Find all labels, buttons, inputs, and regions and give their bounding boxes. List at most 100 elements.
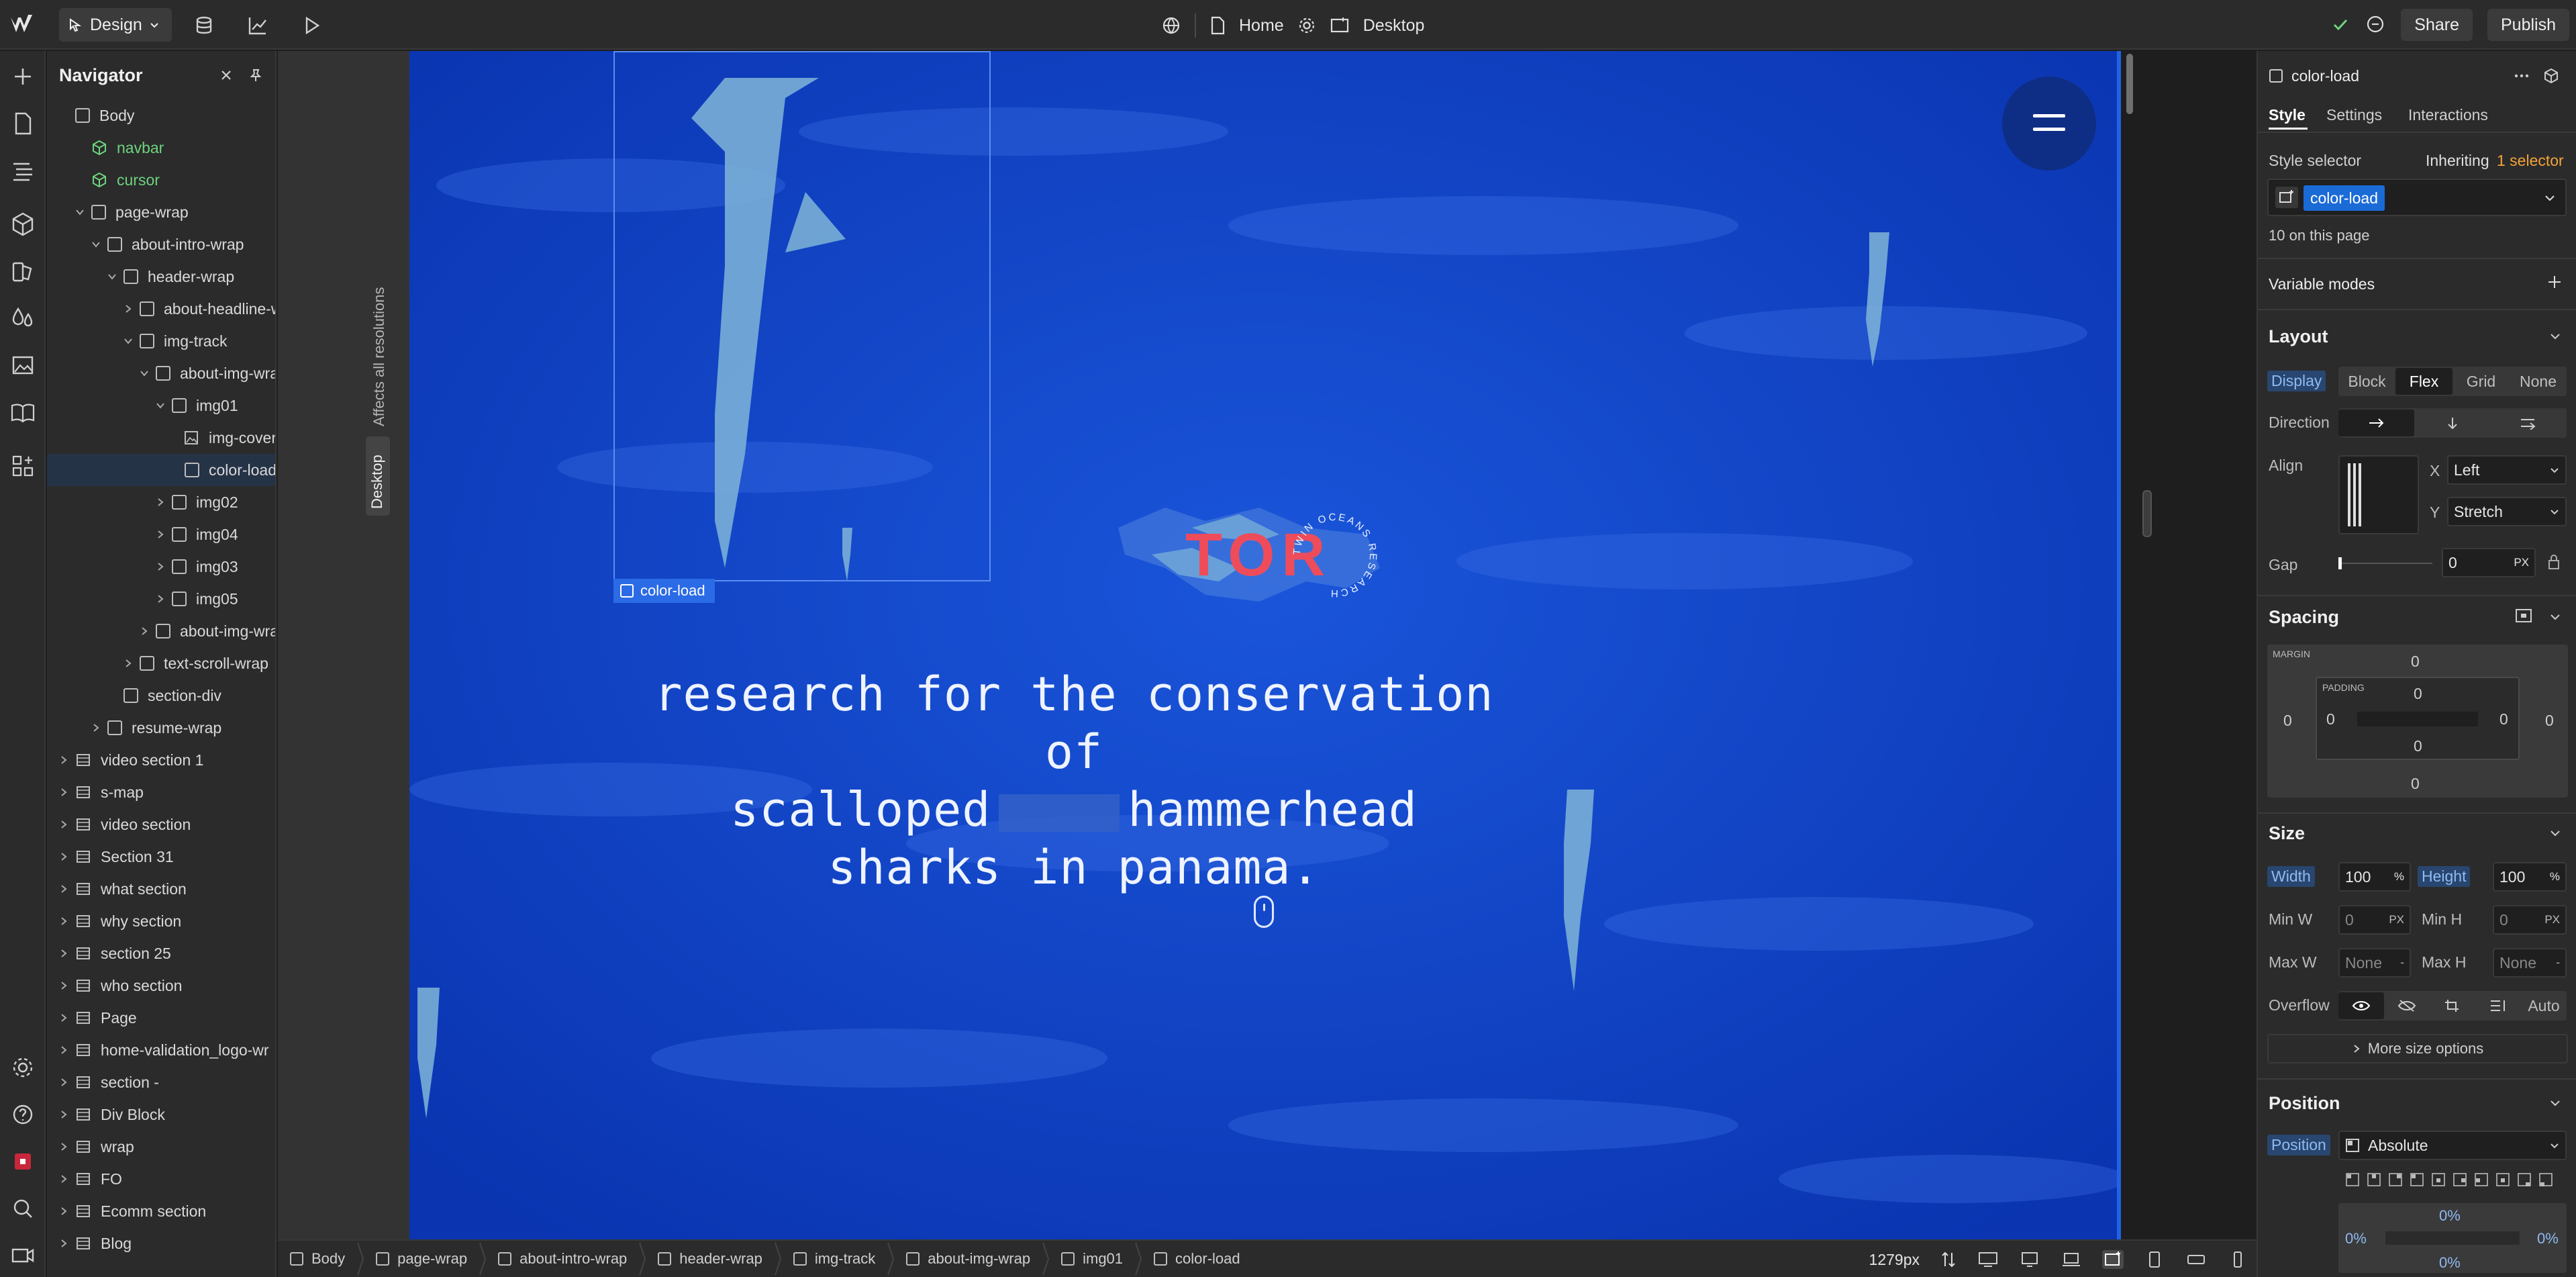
navigator-item[interactable]: page-wrap <box>47 196 275 228</box>
pages-icon[interactable] <box>9 110 36 137</box>
height-unit[interactable]: % <box>2550 870 2560 884</box>
position-offsets[interactable]: 0% 0% 0% 0% <box>2338 1203 2567 1273</box>
chevron-right-icon[interactable] <box>58 1012 70 1024</box>
chevron-down-icon[interactable] <box>2549 330 2561 342</box>
position-preset-icon[interactable] <box>2367 1172 2381 1190</box>
share-button[interactable]: Share <box>2401 9 2473 41</box>
margin-bottom[interactable]: 0 <box>2411 775 2420 793</box>
selector-chip[interactable]: color-load <box>2303 185 2385 211</box>
padding-left[interactable]: 0 <box>2326 710 2335 728</box>
navigator-item[interactable]: home-validation_logo-wr <box>47 1034 275 1066</box>
bp-large-icon[interactable] <box>2019 1250 2040 1269</box>
width-input[interactable]: 100% <box>2338 862 2411 892</box>
chevron-right-icon[interactable] <box>58 786 70 798</box>
align-y-select[interactable]: Stretch <box>2447 497 2567 526</box>
components-icon[interactable] <box>9 211 36 238</box>
chevron-right-icon[interactable] <box>58 818 70 831</box>
navigator-item[interactable]: img03 <box>47 551 275 583</box>
width-adjust-icon[interactable] <box>1940 1251 1957 1268</box>
navigator-item[interactable]: section - <box>47 1066 275 1098</box>
breadcrumb-item[interactable]: img01 <box>1049 1240 1135 1277</box>
selected-element-tag[interactable]: color-load <box>613 579 715 603</box>
position-preset-icon[interactable] <box>2388 1172 2403 1190</box>
max-height-unit[interactable]: - <box>2556 956 2560 969</box>
overflow-clip-icon[interactable] <box>2430 992 2475 1019</box>
design-canvas[interactable]: TOR TWIN OCEANS RESEARCH research for th… <box>409 51 2121 1239</box>
navigator-item[interactable]: Section 31 <box>47 841 275 873</box>
record-icon[interactable] <box>9 1148 36 1175</box>
margin-top[interactable]: 0 <box>2411 653 2420 671</box>
padding-top[interactable]: 0 <box>2414 685 2422 703</box>
navigator-item[interactable]: video section 1 <box>47 744 275 776</box>
overflow-hidden-icon[interactable] <box>2384 992 2430 1019</box>
chevron-down-icon[interactable] <box>106 271 118 283</box>
selected-element-outline[interactable] <box>613 51 991 581</box>
gap-slider-track[interactable] <box>2338 563 2432 564</box>
navigator-item[interactable]: FO <box>47 1163 275 1195</box>
navigator-item[interactable]: s-map <box>47 776 275 808</box>
add-icon[interactable] <box>2546 274 2563 290</box>
navigator-item[interactable]: video section <box>47 808 275 841</box>
breadcrumb-item[interactable]: color-load <box>1142 1240 1252 1277</box>
assets-icon[interactable] <box>9 352 36 379</box>
direction-row-icon[interactable] <box>2338 410 2415 436</box>
spacing-mode-icon[interactable] <box>2514 607 2533 624</box>
chevron-right-icon[interactable] <box>58 1173 70 1185</box>
chevron-right-icon[interactable] <box>58 1205 70 1217</box>
more-size-options-button[interactable]: More size options <box>2267 1034 2568 1063</box>
chevron-right-icon[interactable] <box>58 883 70 895</box>
chevron-down-icon[interactable] <box>2549 611 2561 623</box>
layout-section-title[interactable]: Layout <box>2269 326 2328 347</box>
selector-field[interactable]: color-load <box>2267 179 2567 216</box>
display-option-block[interactable]: Block <box>2338 368 2395 395</box>
breadcrumb-item[interactable]: about-img-wrap <box>894 1240 1042 1277</box>
webflow-logo-icon[interactable] <box>9 13 36 36</box>
chevron-down-icon[interactable] <box>2544 192 2556 204</box>
chevron-right-icon[interactable] <box>58 851 70 863</box>
margin-right[interactable]: 0 <box>2545 712 2554 730</box>
gap-input[interactable]: 0 PX <box>2442 548 2536 577</box>
offset-left[interactable]: 0% <box>2345 1230 2367 1247</box>
chevron-right-icon[interactable] <box>154 528 166 540</box>
position-preset-icon[interactable] <box>2431 1172 2446 1190</box>
navigator-item[interactable]: about-img-wrap <box>47 615 275 647</box>
chevron-down-icon[interactable] <box>74 206 86 218</box>
navigator-item[interactable]: Div Block <box>47 1098 275 1131</box>
gap-slider-handle[interactable] <box>2338 557 2342 569</box>
chevron-right-icon[interactable] <box>58 754 70 766</box>
offset-right[interactable]: 0% <box>2537 1230 2559 1247</box>
navigator-item[interactable]: Blog <box>47 1227 275 1260</box>
chevron-right-icon[interactable] <box>154 561 166 573</box>
comment-icon[interactable] <box>2365 14 2386 36</box>
navigator-item[interactable]: section-div <box>47 679 275 712</box>
min-width-unit[interactable]: PX <box>2389 913 2404 927</box>
navigator-item[interactable]: who section <box>47 969 275 1002</box>
overflow-visible-icon[interactable] <box>2338 992 2384 1019</box>
bp-portrait-icon[interactable] <box>2227 1250 2248 1269</box>
position-preset-icon[interactable] <box>2453 1172 2467 1190</box>
display-option-none[interactable]: None <box>2510 368 2567 395</box>
breadcrumb-item[interactable]: img-track <box>781 1240 887 1277</box>
desktop-breakpoint-tab[interactable]: Desktop <box>366 436 390 516</box>
max-width-input[interactable]: None - <box>2338 948 2411 978</box>
chevron-right-icon[interactable] <box>122 303 134 315</box>
size-section-title[interactable]: Size <box>2269 823 2305 844</box>
position-select[interactable]: Absolute <box>2338 1131 2567 1160</box>
selector-type-icon[interactable] <box>2275 187 2298 208</box>
chevron-right-icon[interactable] <box>58 1076 70 1088</box>
pin-icon[interactable] <box>248 68 263 83</box>
position-preset-icon[interactable] <box>2474 1172 2489 1190</box>
gear-icon[interactable] <box>9 1054 36 1081</box>
chevron-right-icon[interactable] <box>58 1044 70 1056</box>
tab-style[interactable]: Style <box>2269 106 2306 124</box>
collapse-icon[interactable] <box>219 68 234 83</box>
gap-unit[interactable]: PX <box>2514 556 2529 569</box>
chevron-right-icon[interactable] <box>138 625 150 637</box>
navigator-item[interactable]: wrap <box>47 1131 275 1163</box>
chevron-right-icon[interactable] <box>58 947 70 959</box>
position-preset-icon[interactable] <box>2410 1172 2424 1190</box>
padding-bottom[interactable]: 0 <box>2414 737 2422 755</box>
chevron-down-icon[interactable] <box>2549 827 2561 839</box>
chevron-down-icon[interactable] <box>154 399 166 412</box>
styles-icon[interactable] <box>9 305 36 332</box>
